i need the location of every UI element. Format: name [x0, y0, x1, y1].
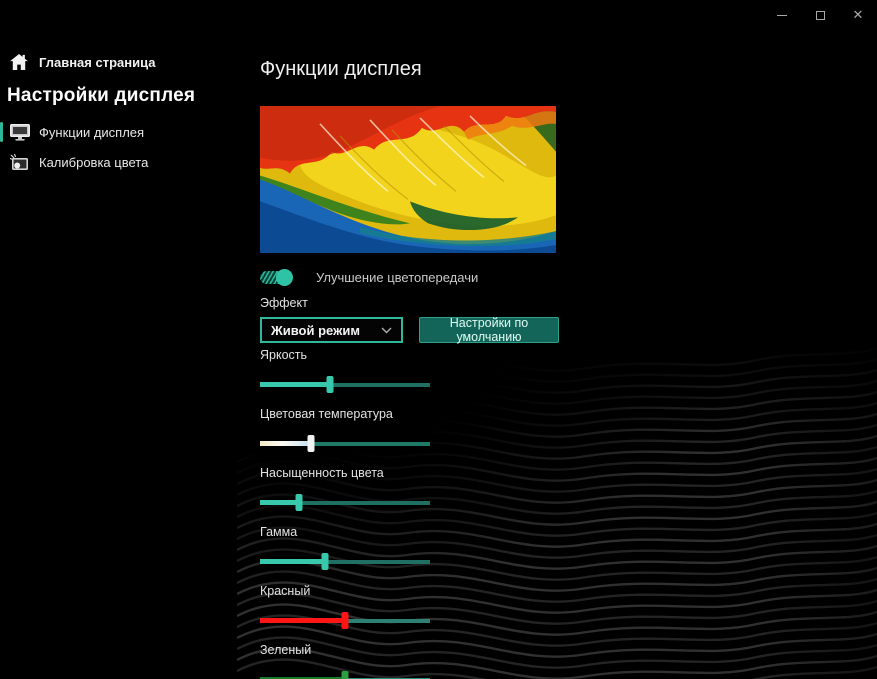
- color-calibration-icon: [9, 153, 30, 171]
- slider-fill: [260, 618, 345, 623]
- effect-dropdown-value: Живой режим: [271, 322, 360, 338]
- color-enhancement-row: Улучшение цветопередачи: [260, 269, 478, 286]
- slider-label: Насыщенность цвета: [260, 466, 384, 480]
- slider-thumb[interactable]: [326, 376, 334, 393]
- sidebar-item-home[interactable]: Главная страница: [0, 52, 245, 72]
- slider-fill: [260, 500, 300, 505]
- close-button[interactable]: ✕: [839, 0, 877, 30]
- red-slider-group: Красный: [260, 584, 430, 629]
- gamma-slider-group: Гамма: [260, 525, 430, 570]
- green-slider-group: Зеленый: [260, 643, 430, 679]
- sidebar-section-title: Настройки дисплея: [7, 85, 196, 106]
- sidebar: Главная страница Настройки дисплея Функц…: [0, 0, 245, 679]
- slider-thumb[interactable]: [341, 612, 349, 629]
- slider-fill: [260, 382, 330, 387]
- slider-label: Цветовая температура: [260, 407, 393, 421]
- app-window: ✕ Главная страница Настройки дисплея Фун…: [0, 0, 877, 679]
- saturation-slider[interactable]: [260, 494, 430, 511]
- page-title: Функции дисплея: [260, 58, 422, 80]
- sidebar-item-label: Функции дисплея: [39, 124, 145, 140]
- slider-label: Зеленый: [260, 643, 312, 657]
- brightness-slider-group: Яркость: [260, 348, 430, 393]
- sidebar-home-label: Главная страница: [39, 54, 156, 70]
- slider-thumb[interactable]: [341, 671, 349, 679]
- chevron-down-icon: [381, 321, 392, 339]
- slider-label: Красный: [260, 584, 311, 598]
- close-icon: ✕: [852, 7, 864, 22]
- slider-fill: [260, 559, 325, 564]
- slider-thumb[interactable]: [321, 553, 329, 570]
- color-temperature-slider[interactable]: [260, 435, 430, 452]
- minimize-button[interactable]: [763, 0, 801, 30]
- home-icon: [8, 54, 29, 70]
- red-slider[interactable]: [260, 612, 430, 629]
- slider-thumb[interactable]: [295, 494, 303, 511]
- gamma-slider[interactable]: [260, 553, 430, 570]
- effect-dropdown[interactable]: Живой режим: [260, 317, 403, 343]
- sidebar-item-label: Калибровка цвета: [39, 154, 149, 170]
- color-enhancement-label: Улучшение цветопередачи: [316, 270, 479, 285]
- color-temperature-slider-group: Цветовая температура: [260, 407, 430, 452]
- saturation-slider-group: Насыщенность цвета: [260, 466, 430, 511]
- main-content: Функции дисплея Улучшение цветопередачи …: [260, 48, 560, 679]
- toggle-knob: [276, 269, 293, 286]
- parrot-feathers-image: [260, 106, 556, 253]
- sidebar-item-color-calibration[interactable]: Калибровка цвета: [0, 147, 245, 177]
- slider-thumb[interactable]: [307, 435, 315, 452]
- titlebar: ✕: [763, 0, 877, 30]
- slider-label: Гамма: [260, 525, 298, 539]
- slider-fill: [260, 441, 311, 446]
- maximize-icon: [815, 10, 825, 20]
- effect-controls-row: Живой режим Настройки по умолчанию: [260, 316, 559, 344]
- maximize-button[interactable]: [801, 0, 839, 30]
- sidebar-item-display-functions[interactable]: Функции дисплея: [0, 117, 245, 147]
- slider-label: Яркость: [260, 348, 308, 362]
- monitor-icon: [9, 123, 30, 141]
- effect-label: Эффект: [260, 296, 308, 310]
- brightness-slider[interactable]: [260, 376, 430, 393]
- minimize-icon: [777, 14, 787, 16]
- green-slider[interactable]: [260, 671, 430, 679]
- default-settings-button[interactable]: Настройки по умолчанию: [419, 316, 559, 344]
- sidebar-menu: Функции дисплея Калибровка цвета: [0, 117, 245, 177]
- color-enhancement-toggle[interactable]: [260, 269, 293, 286]
